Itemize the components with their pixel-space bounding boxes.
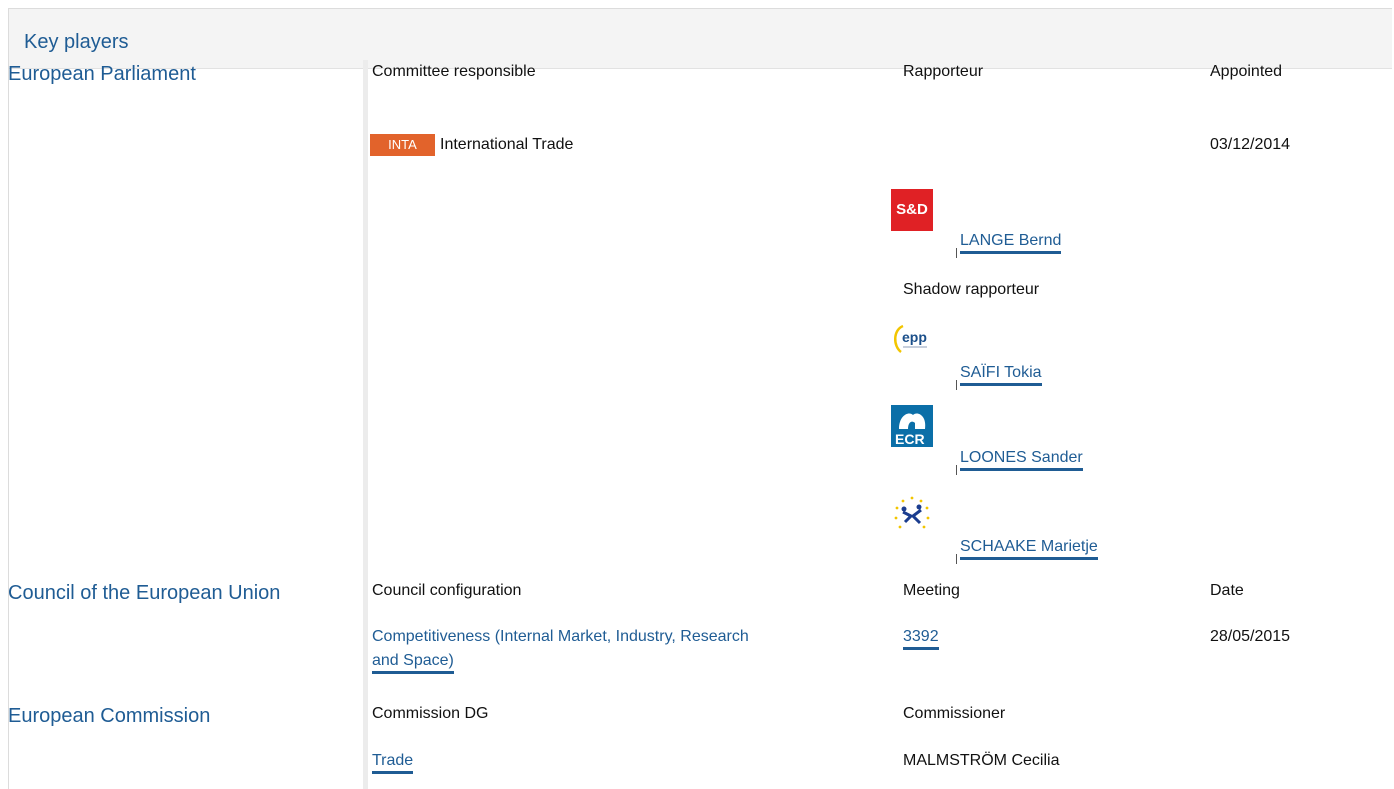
body-label-council: Council of the European Union (8, 582, 281, 604)
epp-logo-icon: epp (894, 324, 927, 353)
sd-logo-text: S&D (896, 201, 928, 218)
shadow-rapporteur-label: Shadow rapporteur (903, 281, 1040, 298)
body-label-parliament: European Parliament (8, 63, 196, 85)
body-label-commission: European Commission (8, 705, 211, 727)
col-appointed: Appointed (1210, 63, 1283, 80)
col-commission-dg: Commission DG (372, 705, 489, 722)
key-players-panel: Key players (8, 8, 1392, 789)
section-header: Key players (9, 9, 1392, 69)
sd-group-logo: S&D (891, 189, 933, 231)
shadow-rapporteur-link-ecr[interactable]: LOONES Sander (960, 449, 1083, 471)
council-configuration-link-line1[interactable]: Competitiveness (Internal Market, Indust… (372, 628, 749, 647)
commission-dg-link[interactable]: Trade (372, 752, 414, 774)
shadow-rapporteur-link-alde[interactable]: SCHAAKE Marietje (960, 538, 1098, 560)
committee-badge: INTA (370, 134, 435, 156)
col-date: Date (1210, 582, 1244, 599)
col-meeting: Meeting (903, 582, 960, 599)
col-commissioner: Commissioner (903, 705, 1006, 722)
col-rapporteur: Rapporteur (903, 63, 984, 80)
council-configuration-link-line2[interactable]: and Space) (372, 652, 454, 674)
alde-group-logo (891, 494, 933, 536)
tick-mark (956, 380, 957, 390)
tick-mark (956, 248, 957, 258)
ecr-logo-icon: ECR (891, 405, 933, 447)
tick-mark (956, 554, 957, 564)
svg-text:epp: epp (902, 329, 927, 345)
shadow-rapporteur-link-epp[interactable]: SAÏFI Tokia (960, 364, 1042, 386)
commissioner-name: MALMSTRÖM Cecilia (903, 752, 1060, 769)
appointed-date: 03/12/2014 (1210, 136, 1291, 153)
council-date: 28/05/2015 (1210, 628, 1291, 645)
col-council-configuration: Council configuration (372, 582, 522, 599)
section-title: Key players (24, 31, 129, 53)
col-committee-responsible: Committee responsible (372, 63, 536, 80)
svg-text:ECR: ECR (895, 431, 925, 447)
meeting-link[interactable]: 3392 (903, 628, 939, 650)
alde-logo-icon (894, 496, 930, 529)
rapporteur-link[interactable]: LANGE Bernd (960, 232, 1062, 254)
epp-group-logo: epp (891, 320, 933, 362)
tick-mark (956, 465, 957, 475)
column-divider (363, 60, 368, 789)
ecr-group-logo: ECR (891, 405, 933, 447)
committee-name: International Trade (440, 136, 574, 153)
